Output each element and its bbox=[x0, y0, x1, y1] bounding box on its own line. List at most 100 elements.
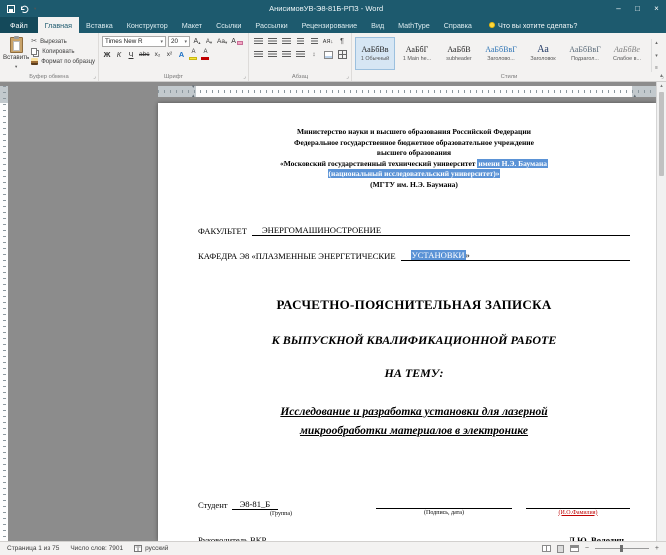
style-card-subtitle[interactable]: АаБбВвГ Подзагол... bbox=[565, 37, 605, 70]
tab-mailings[interactable]: Рассылки bbox=[248, 17, 294, 33]
first-line-indent-marker[interactable]: ▾ bbox=[192, 85, 195, 89]
zoom-slider[interactable] bbox=[595, 548, 649, 549]
undo-icon[interactable] bbox=[20, 5, 29, 13]
signature-caption: (Подпись, дата) bbox=[376, 510, 512, 516]
font-family-select[interactable]: Times New R ▾ bbox=[102, 36, 166, 47]
maximize-button[interactable]: □ bbox=[628, 0, 647, 17]
horizontal-ruler[interactable]: ▾ ▴ ▴ bbox=[158, 86, 656, 97]
increase-indent-button[interactable] bbox=[308, 36, 320, 48]
justify-button[interactable] bbox=[294, 49, 306, 61]
change-case-button[interactable]: Аа▾ bbox=[216, 36, 228, 47]
borders-button[interactable] bbox=[336, 49, 348, 61]
cut-button[interactable]: ✂ Вырезать bbox=[31, 39, 95, 45]
styles-scroll-down-icon[interactable]: ▾ bbox=[655, 53, 658, 59]
style-preview: АаБбВ bbox=[447, 45, 470, 55]
window-title: АнисимовУВ-Э8-81Б-РПЗ - Word bbox=[43, 4, 609, 13]
zoom-in-icon[interactable]: + bbox=[655, 544, 659, 554]
align-center-button[interactable] bbox=[266, 49, 278, 61]
read-mode-icon[interactable] bbox=[542, 545, 551, 552]
customize-qat-icon[interactable]: ▾ bbox=[34, 4, 36, 13]
shrink-font-button[interactable]: А▾ bbox=[204, 36, 214, 47]
tab-home[interactable]: Главная bbox=[38, 17, 79, 33]
text-effects-button[interactable]: А bbox=[176, 49, 186, 60]
right-indent-marker[interactable]: ▴ bbox=[633, 94, 636, 98]
close-button[interactable]: × bbox=[647, 0, 666, 17]
underline-button[interactable]: Ч bbox=[126, 49, 136, 60]
tab-layout[interactable]: Макет bbox=[175, 17, 209, 33]
styles-more-icon[interactable]: ≡ bbox=[655, 65, 658, 71]
font-size-value: 20 bbox=[171, 38, 178, 45]
style-card-normal[interactable]: АаБбВв 1 Обычный bbox=[355, 37, 395, 70]
ministry-line: Федеральное государственное бюджетное об… bbox=[198, 138, 630, 149]
grow-font-button[interactable]: А▴ bbox=[192, 36, 202, 47]
minimize-button[interactable]: – bbox=[609, 0, 628, 17]
title-theme: НА ТЕМУ: bbox=[198, 366, 630, 381]
font-color-button[interactable]: А bbox=[200, 49, 210, 60]
multilevel-list-button[interactable] bbox=[280, 36, 292, 48]
style-card-heading1[interactable]: АаБбВвГ Заголово... bbox=[481, 37, 521, 70]
clear-formatting-button[interactable]: А bbox=[230, 36, 244, 47]
tab-insert[interactable]: Вставка bbox=[79, 17, 120, 33]
tab-review[interactable]: Рецензирование bbox=[295, 17, 365, 33]
bold-button[interactable]: Ж bbox=[102, 49, 112, 60]
subscript-button[interactable]: x₂ bbox=[152, 49, 162, 60]
ribbon-collapse-icon[interactable]: ▴ bbox=[660, 72, 663, 79]
format-painter-button[interactable]: Формат по образцу bbox=[31, 58, 95, 65]
tell-me-box[interactable]: Что вы хотите сделать? bbox=[489, 17, 577, 33]
sort-button[interactable]: АЯ↓ bbox=[322, 36, 334, 48]
style-name: Подзагол... bbox=[571, 56, 599, 62]
tab-file[interactable]: Файл bbox=[0, 17, 38, 33]
clipboard-dialog-launcher[interactable]: ⌟ bbox=[93, 74, 96, 80]
font-dialog-launcher[interactable]: ⌟ bbox=[243, 74, 246, 80]
style-preview: АаБбВе bbox=[614, 45, 640, 55]
align-left-button[interactable] bbox=[252, 49, 264, 61]
indent-icon bbox=[311, 38, 318, 45]
header-block: Министерство науки и высшего образования… bbox=[198, 127, 630, 191]
highlight-color-button[interactable]: А bbox=[188, 49, 198, 60]
tab-references[interactable]: Ссылки bbox=[209, 17, 248, 33]
font-size-select[interactable]: 20 ▾ bbox=[168, 36, 190, 47]
tab-view[interactable]: Вид bbox=[364, 17, 391, 33]
line-spacing-button[interactable]: ↕ bbox=[308, 49, 320, 61]
style-card-subtle-emphasis[interactable]: АаБбВе Слабое в... bbox=[607, 37, 647, 70]
align-right-button[interactable] bbox=[280, 49, 292, 61]
zoom-out-icon[interactable]: − bbox=[585, 544, 589, 554]
strikethrough-button[interactable]: abc bbox=[138, 49, 150, 60]
save-icon[interactable] bbox=[7, 5, 15, 13]
show-marks-button[interactable]: ¶ bbox=[336, 36, 348, 48]
superscript-button[interactable]: x² bbox=[164, 49, 174, 60]
style-card-main-heading[interactable]: АаБбГ 1 Main he... bbox=[397, 37, 437, 70]
language-status[interactable]: русский bbox=[134, 545, 168, 552]
copy-button[interactable]: Копировать bbox=[31, 48, 95, 55]
faculty-line: ФАКУЛЬТЕТ ЭНЕРГОМАШИНОСТРОЕНИЕ bbox=[198, 225, 630, 236]
decrease-indent-button[interactable] bbox=[294, 36, 306, 48]
print-layout-icon[interactable] bbox=[557, 545, 564, 553]
paragraph-dialog-launcher[interactable]: ⌟ bbox=[346, 74, 349, 80]
italic-button[interactable]: К bbox=[114, 49, 124, 60]
tab-design[interactable]: Конструктор bbox=[120, 17, 175, 33]
paste-button[interactable]: Вставить ▾ bbox=[3, 35, 29, 71]
align-center-icon bbox=[268, 51, 277, 58]
numbering-button[interactable] bbox=[266, 36, 278, 48]
left-indent-marker[interactable]: ▴ bbox=[192, 94, 195, 98]
shading-button[interactable] bbox=[322, 49, 334, 61]
style-card-subheader[interactable]: АаБбВ subheader bbox=[439, 37, 479, 70]
document-page[interactable]: Министерство науки и высшего образования… bbox=[158, 103, 656, 541]
ruler-ticks bbox=[3, 86, 6, 541]
vertical-scrollbar[interactable]: ▴ bbox=[656, 82, 666, 541]
bullets-button[interactable] bbox=[252, 36, 264, 48]
web-layout-icon[interactable] bbox=[570, 545, 579, 552]
tab-help[interactable]: Справка bbox=[437, 17, 479, 33]
paste-icon bbox=[10, 37, 23, 53]
zoom-slider-thumb[interactable] bbox=[620, 545, 623, 552]
page-count[interactable]: Страница 1 из 75 bbox=[7, 545, 59, 552]
style-card-title[interactable]: Аа Заголовок bbox=[523, 37, 563, 70]
scrollbar-thumb[interactable] bbox=[659, 92, 664, 176]
topic-line: Исследование и разработка установки для … bbox=[198, 403, 630, 422]
scroll-up-icon[interactable]: ▴ bbox=[657, 82, 666, 91]
style-name: Слабое в... bbox=[613, 56, 641, 62]
vertical-ruler[interactable] bbox=[0, 86, 8, 541]
tab-mathtype[interactable]: MathType bbox=[391, 17, 437, 33]
word-count[interactable]: Число слов: 7901 bbox=[70, 545, 123, 552]
styles-scroll-up-icon[interactable]: ▴ bbox=[655, 40, 658, 46]
